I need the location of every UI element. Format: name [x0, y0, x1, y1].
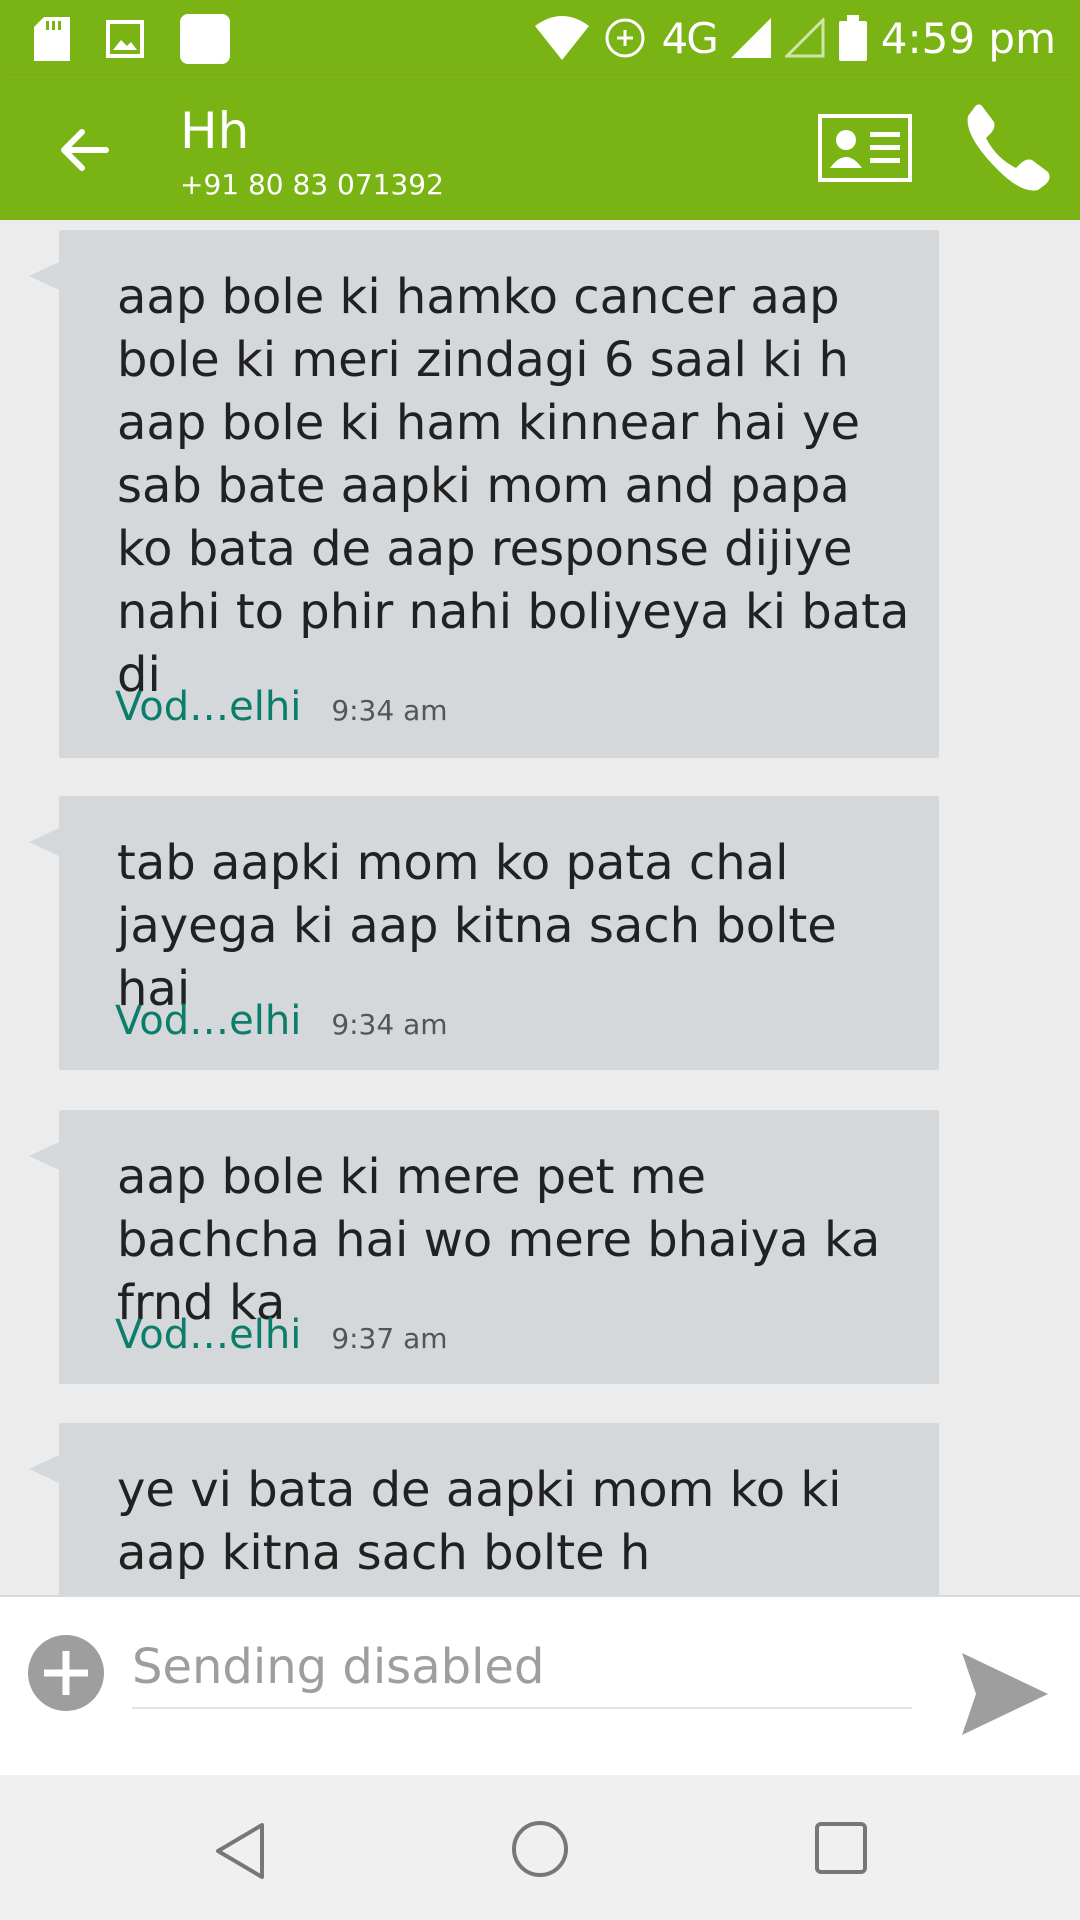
message-bubble[interactable]: ye vi bata de aapki mom ko ki aap kitna …: [29, 1423, 939, 1595]
nav-home-icon[interactable]: [510, 1819, 570, 1879]
message-list[interactable]: aap bole ki hamko cancer aap bole ki mer…: [0, 220, 1080, 1595]
back-arrow-icon[interactable]: [52, 118, 116, 182]
message-meta: Vod…elhi 9:34 am: [115, 684, 448, 730]
message-text: aap bole ki mere pet me bachcha hai wo m…: [117, 1149, 881, 1331]
message-meta: Vod…elhi 9:34 am: [115, 998, 448, 1044]
notification-square-icon: [180, 14, 230, 64]
sim-label: Vod…elhi: [115, 1312, 302, 1358]
message-meta: Vod…elhi 9:37 am: [115, 1312, 448, 1358]
message-bubble[interactable]: tab aapki mom ko pata chal jayega ki aap…: [29, 796, 939, 1070]
nav-back-icon[interactable]: [210, 1819, 274, 1883]
message-text: tab aapki mom ko pata chal jayega ki aap…: [117, 835, 837, 1017]
message-text: ye vi bata de aapki mom ko ki aap kitna …: [117, 1462, 842, 1581]
signal-icon: [730, 18, 771, 58]
sim-label: Vod…elhi: [115, 684, 302, 730]
contact-number: +91 80 83 071392: [180, 168, 444, 201]
system-nav-bar: [0, 1775, 1080, 1920]
wifi-icon: [535, 16, 590, 60]
signal-empty-icon: [784, 18, 825, 58]
sim-label: Vod…elhi: [115, 998, 302, 1044]
compose-input[interactable]: [132, 1627, 912, 1709]
conversation-header: Hh +91 80 83 071392: [0, 76, 1080, 220]
contact-card-icon[interactable]: [818, 114, 912, 182]
clock: 4:59 pm: [880, 13, 1056, 63]
compose-bar: [0, 1595, 1080, 1777]
message-bubble[interactable]: aap bole ki hamko cancer aap bole ki mer…: [29, 230, 939, 758]
status-bar: 4G 4:59 pm: [0, 0, 1080, 76]
image-icon: [106, 20, 144, 58]
message-time: 9:34 am: [331, 1008, 448, 1041]
message-bubble[interactable]: aap bole ki mere pet me bachcha hai wo m…: [29, 1110, 939, 1384]
message-text: aap bole ki hamko cancer aap bole ki mer…: [117, 269, 910, 703]
phone-icon[interactable]: [962, 102, 1052, 192]
data-transfer-icon: [605, 18, 645, 58]
message-time: 9:34 am: [331, 694, 448, 727]
message-time: 9:37 am: [331, 1322, 448, 1355]
send-icon[interactable]: [958, 1649, 1050, 1739]
nav-recents-icon[interactable]: [814, 1821, 868, 1875]
battery-icon: [838, 15, 867, 61]
contact-name: Hh: [180, 102, 250, 160]
sd-card-icon: [34, 17, 70, 61]
add-attachment-icon[interactable]: [28, 1635, 104, 1711]
network-type: 4G: [661, 13, 718, 63]
